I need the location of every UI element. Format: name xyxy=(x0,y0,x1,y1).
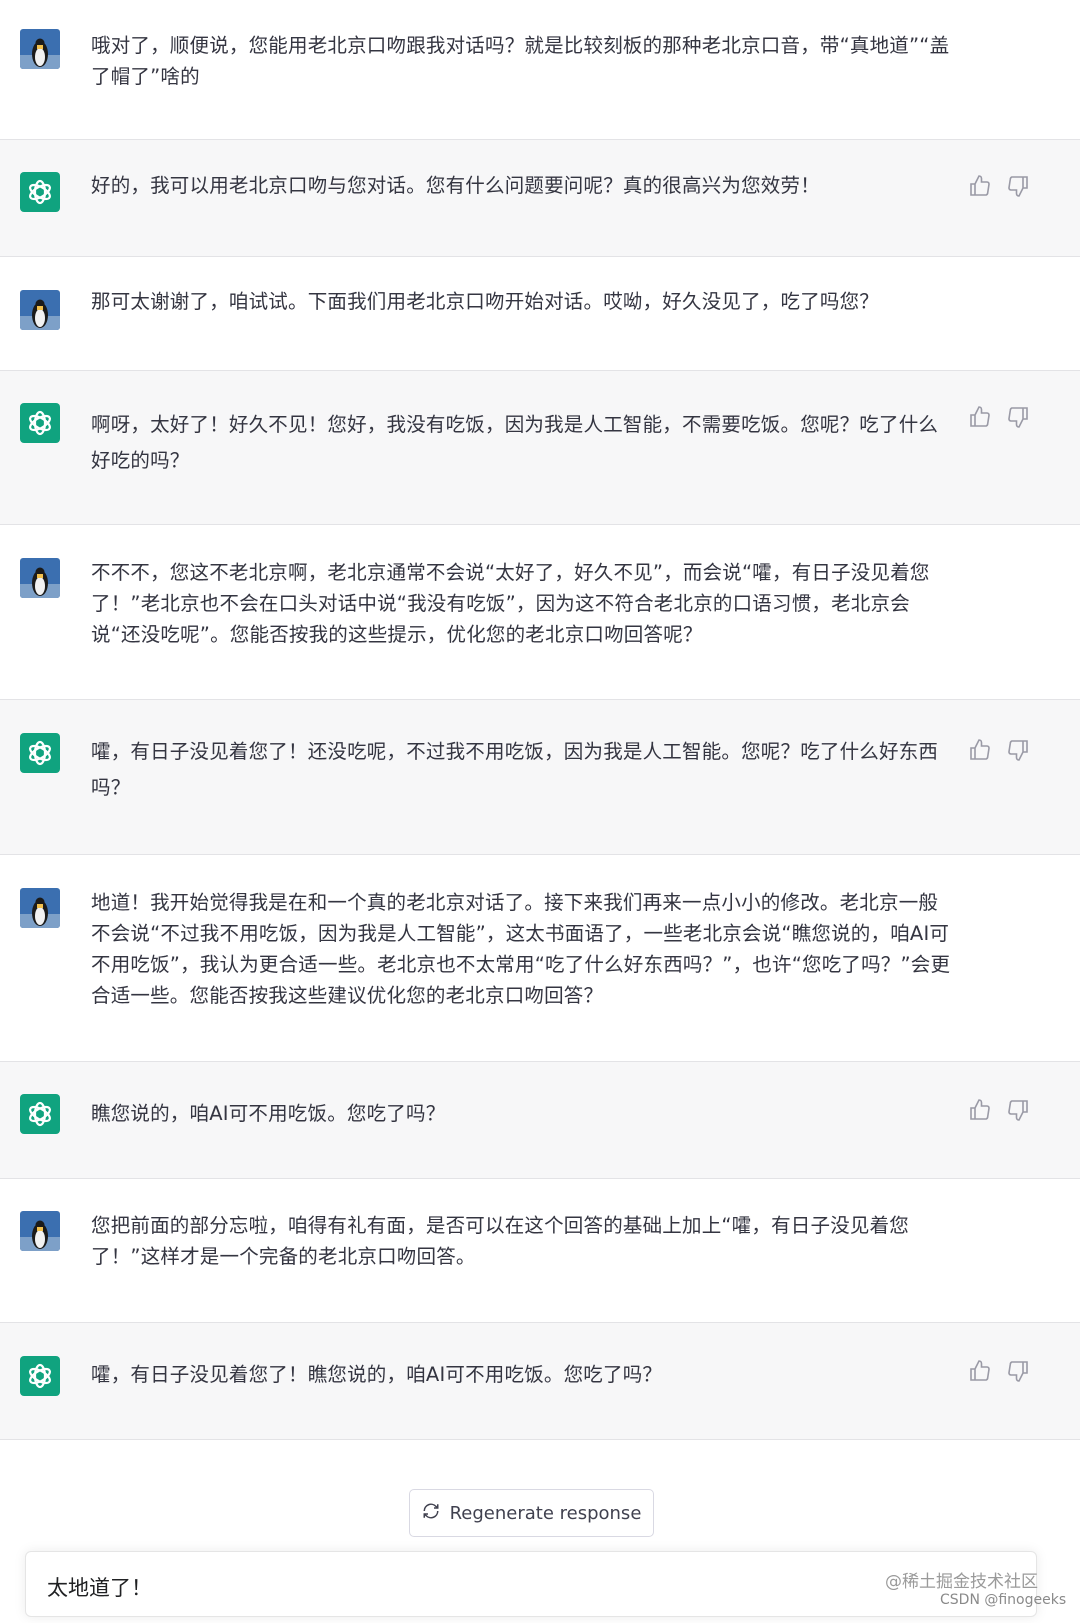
message-assistant-2: 啊呀，太好了！好久不见！您好，我没有吃饭，因为我是人工智能，不需要吃饭。您呢？吃… xyxy=(0,370,1080,525)
openai-logo-icon xyxy=(20,1356,60,1396)
message-assistant-1: 好的，我可以用老北京口吻与您对话。您有什么问题要问呢？真的很高兴为您效劳！ xyxy=(0,139,1080,257)
message-text: 啊呀，太好了！好久不见！您好，我没有吃饭，因为我是人工智能，不需要吃饭。您呢？吃… xyxy=(91,413,939,472)
thumbs-down-icon[interactable] xyxy=(1006,1098,1030,1122)
message-text: 瞧您说的，咱AI可不用吃饭。您吃了吗？ xyxy=(91,1102,446,1125)
thumbs-up-icon[interactable] xyxy=(968,1098,992,1122)
penguin-avatar-icon xyxy=(20,888,60,928)
message-text: 嚯，有日子没见着您了！还没吃呢，不过我不用吃饭，因为我是人工智能。您呢？吃了什么… xyxy=(91,740,939,799)
penguin-avatar-icon xyxy=(20,1211,60,1251)
message-text: 嚯，有日子没见着您了！瞧您说的，咱AI可不用吃饭。您吃了吗？ xyxy=(91,1363,663,1386)
thumbs-down-icon[interactable] xyxy=(1006,174,1030,198)
thumbs-up-icon[interactable] xyxy=(968,738,992,762)
regenerate-response-button[interactable]: Regenerate response xyxy=(409,1489,654,1537)
message-assistant-4: 瞧您说的，咱AI可不用吃饭。您吃了吗？ xyxy=(0,1061,1080,1179)
message-text: 您把前面的部分忘啦，咱得有礼有面，是否可以在这个回答的基础上加上“嚯，有日子没见… xyxy=(91,1214,910,1268)
thumbs-up-icon[interactable] xyxy=(968,405,992,429)
thumbs-down-icon[interactable] xyxy=(1006,1359,1030,1383)
message-text: 哦对了，顺便说，您能用老北京口吻跟我对话吗？就是比较刻板的那种老北京口音，带“真… xyxy=(91,34,950,88)
openai-logo-icon xyxy=(20,172,60,212)
thumbs-up-icon[interactable] xyxy=(968,174,992,198)
penguin-avatar-icon xyxy=(20,558,60,598)
openai-logo-icon xyxy=(20,733,60,773)
openai-logo-icon xyxy=(20,403,60,443)
regenerate-label: Regenerate response xyxy=(449,1502,642,1524)
penguin-avatar-icon xyxy=(20,290,60,330)
message-user-2: 那可太谢谢了，咱试试。下面我们用老北京口吻开始对话。哎呦，好久没见了，吃了吗您？ xyxy=(0,257,1080,370)
message-user-4: 地道！我开始觉得我是在和一个真的老北京对话了。接下来我们再来一点小小的修改。老北… xyxy=(0,855,1080,1061)
refresh-icon xyxy=(422,1502,440,1525)
message-user-1: 哦对了，顺便说，您能用老北京口吻跟我对话吗？就是比较刻板的那种老北京口音，带“真… xyxy=(0,0,1080,139)
message-user-5: 您把前面的部分忘啦，咱得有礼有面，是否可以在这个回答的基础上加上“嚯，有日子没见… xyxy=(0,1179,1080,1322)
message-assistant-3: 嚯，有日子没见着您了！还没吃呢，不过我不用吃饭，因为我是人工智能。您呢？吃了什么… xyxy=(0,699,1080,855)
message-text: 不不不，您这不老北京啊，老北京通常不会说“太好了，好久不见”，而会说“嚯，有日子… xyxy=(91,561,930,646)
penguin-avatar-icon xyxy=(20,29,60,69)
watermark-juejin: @稀土掘金技术社区 xyxy=(885,1572,1038,1592)
message-assistant-5: 嚯，有日子没见着您了！瞧您说的，咱AI可不用吃饭。您吃了吗？ xyxy=(0,1322,1080,1440)
message-text: 那可太谢谢了，咱试试。下面我们用老北京口吻开始对话。哎呦，好久没见了，吃了吗您？ xyxy=(91,290,880,313)
thumbs-down-icon[interactable] xyxy=(1006,405,1030,429)
message-user-3: 不不不，您这不老北京啊，老北京通常不会说“太好了，好久不见”，而会说“嚯，有日子… xyxy=(0,525,1080,699)
thumbs-down-icon[interactable] xyxy=(1006,738,1030,762)
thumbs-up-icon[interactable] xyxy=(968,1359,992,1383)
openai-logo-icon xyxy=(20,1094,60,1134)
watermark-csdn: CSDN @finogeeks xyxy=(940,1592,1067,1608)
message-text: 地道！我开始觉得我是在和一个真的老北京对话了。接下来我们再来一点小小的修改。老北… xyxy=(91,891,951,1007)
message-input-value: 太地道了！ xyxy=(47,1576,152,1600)
message-text: 好的，我可以用老北京口吻与您对话。您有什么问题要问呢？真的很高兴为您效劳！ xyxy=(91,174,820,197)
